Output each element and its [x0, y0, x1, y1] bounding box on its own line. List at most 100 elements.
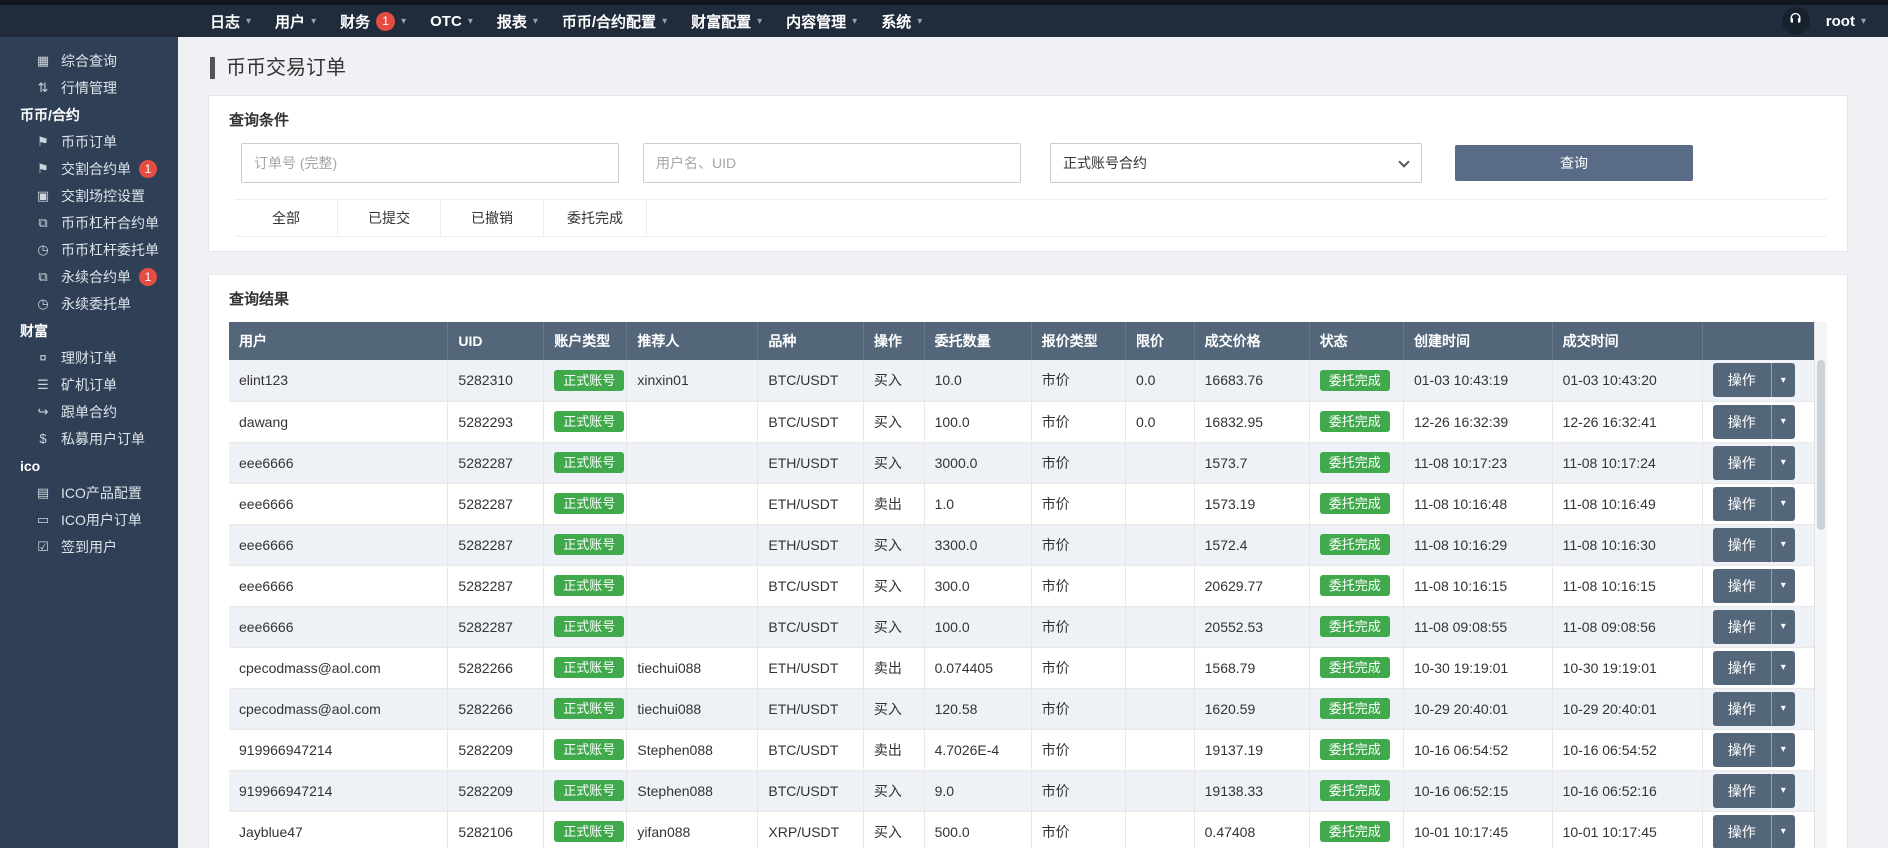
cell-price: 16683.76	[1194, 360, 1309, 401]
user-menu[interactable]: root ▾	[1826, 13, 1866, 30]
message-button[interactable]	[1782, 7, 1810, 35]
cell-user: cpecodmass@aol.com	[229, 688, 448, 729]
sidebar-item[interactable]: $私募用户订单	[0, 425, 178, 452]
row-action-button[interactable]: 操作▾	[1713, 815, 1795, 848]
sidebar-item[interactable]: ⧉永续合约单1	[0, 263, 178, 290]
cell-account: 正式账号	[544, 606, 627, 647]
topbar-menu-item[interactable]: 内容管理▾	[774, 5, 869, 37]
chevron-down-icon: ▾	[852, 16, 857, 27]
table-row: Jayblue475282106正式账号yifan088XRP/USDT买入50…	[229, 811, 1827, 848]
topbar-menu-label: 财富配置	[691, 11, 751, 32]
topbar-menu-item[interactable]: 币币/合约配置▾	[550, 5, 679, 37]
table-row: eee66665282287正式账号BTC/USDT买入100.0市价20552…	[229, 606, 1827, 647]
topbar-menu-label: 日志	[210, 11, 240, 32]
cell-filled: 11-08 10:16:15	[1552, 565, 1702, 606]
row-action-label: 操作	[1713, 651, 1771, 685]
order-id-input[interactable]	[241, 143, 619, 183]
topbar-menu-label: OTC	[430, 13, 462, 30]
sidebar-item[interactable]: ⇅行情管理	[0, 74, 178, 101]
sidebar-item[interactable]: ⚑币币订单	[0, 128, 178, 155]
filter-tab[interactable]: 已撤销	[441, 200, 544, 236]
results-panel-title: 查询结果	[209, 275, 1847, 318]
sidebar-item[interactable]: ▣交割场控设置	[0, 182, 178, 209]
row-action-button[interactable]: 操作▾	[1713, 733, 1795, 767]
row-action-button[interactable]: 操作▾	[1713, 569, 1795, 603]
row-action-button[interactable]: 操作▾	[1713, 487, 1795, 521]
row-action-button[interactable]: 操作▾	[1713, 651, 1795, 685]
cell-amount: 0.074405	[924, 647, 1031, 688]
table-scrollbar-thumb[interactable]	[1817, 360, 1825, 530]
sidebar-item-label: 跟单合约	[61, 402, 117, 422]
copy-icon: ⧉	[34, 215, 52, 231]
sidebar-item[interactable]: ▭ICO用户订单	[0, 506, 178, 533]
cell-account: 正式账号	[544, 770, 627, 811]
sidebar-item[interactable]: ▤ICO产品配置	[0, 479, 178, 506]
cell-uid: 5282293	[448, 401, 544, 442]
topbar-menu-item[interactable]: 用户▾	[263, 5, 328, 37]
filter-tab[interactable]: 已提交	[338, 200, 441, 236]
cell-user: 919966947214	[229, 729, 448, 770]
chevron-down-icon: ▾	[1771, 815, 1795, 848]
row-action-button[interactable]: 操作▾	[1713, 774, 1795, 808]
sidebar-item[interactable]: ◷币币杠杆委托单	[0, 236, 178, 263]
table-scrollbar[interactable]	[1814, 322, 1827, 848]
status-filter-tabs: 全部已提交已撤销委托完成	[235, 199, 1827, 237]
sidebar-item-label: 交割合约单	[61, 159, 131, 179]
topbar-menu-item[interactable]: 财富配置▾	[679, 5, 774, 37]
sidebar-item[interactable]: ☑签到用户	[0, 533, 178, 560]
sidebar-item-label: 币币杠杆合约单	[61, 213, 159, 233]
notification-badge: 1	[376, 12, 395, 31]
cell-amount: 1.0	[924, 483, 1031, 524]
sidebar-item[interactable]: ▦综合查询	[0, 47, 178, 74]
cell-uid: 5282266	[448, 688, 544, 729]
row-action-label: 操作	[1713, 774, 1771, 808]
cell-referrer	[627, 524, 758, 565]
cell-user: eee6666	[229, 565, 448, 606]
row-action-button[interactable]: 操作▾	[1713, 528, 1795, 562]
sidebar-item-label: 理财订单	[61, 348, 117, 368]
user-search-input[interactable]	[643, 143, 1021, 183]
search-button[interactable]: 查询	[1455, 145, 1693, 181]
topbar-menu-item[interactable]: 日志▾	[198, 5, 263, 37]
cell-user: eee6666	[229, 524, 448, 565]
sidebar-item[interactable]: ◷永续委托单	[0, 290, 178, 317]
sidebar-item[interactable]: ¤理财订单	[0, 344, 178, 371]
chevron-down-icon: ▾	[1771, 651, 1795, 685]
row-action-button[interactable]: 操作▾	[1713, 692, 1795, 726]
cell-limit	[1125, 647, 1194, 688]
row-action-button[interactable]: 操作▾	[1713, 363, 1795, 397]
cell-side: 买入	[863, 688, 924, 729]
table-row: elint1235282310正式账号xinxin01BTC/USDT买入10.…	[229, 360, 1827, 401]
filter-tab[interactable]: 委托完成	[544, 200, 647, 236]
sidebar-item[interactable]: ☰矿机订单	[0, 371, 178, 398]
topbar-menu-item[interactable]: OTC▾	[418, 5, 485, 37]
account-type-badge: 正式账号	[554, 493, 624, 514]
cell-uid: 5282266	[448, 647, 544, 688]
cell-price: 16832.95	[1194, 401, 1309, 442]
filter-tab[interactable]: 全部	[235, 200, 338, 236]
topbar-menu-item[interactable]: 系统▾	[869, 5, 934, 37]
row-action-button[interactable]: 操作▾	[1713, 405, 1795, 439]
cell-status: 委托完成	[1309, 811, 1403, 848]
sidebar-item[interactable]: ⚑交割合约单1	[0, 155, 178, 182]
cell-actions: 操作▾	[1702, 811, 1827, 848]
chevron-down-icon: ▾	[311, 16, 316, 27]
cell-referrer	[627, 401, 758, 442]
cell-limit	[1125, 442, 1194, 483]
cell-limit: 0.0	[1125, 401, 1194, 442]
topbar-menu-item[interactable]: 报表▾	[485, 5, 550, 37]
cell-filled: 11-08 10:16:30	[1552, 524, 1702, 565]
row-action-button[interactable]: 操作▾	[1713, 610, 1795, 644]
table-row: 9199669472145282209正式账号Stephen088BTC/USD…	[229, 729, 1827, 770]
account-type-select[interactable]: 正式账号合约	[1050, 143, 1422, 183]
topbar-menu-label: 报表	[497, 11, 527, 32]
sidebar-item-label: 永续委托单	[61, 294, 131, 314]
sidebar-item[interactable]: ⧉ 币币杠杆合约单	[0, 209, 178, 236]
sidebar-item-label: 矿机订单	[61, 375, 117, 395]
cell-user: elint123	[229, 360, 448, 401]
sidebar-item[interactable]: ↪跟单合约	[0, 398, 178, 425]
row-action-button[interactable]: 操作▾	[1713, 446, 1795, 480]
topbar-menu-item[interactable]: 财务1▾	[328, 5, 418, 37]
chevron-down-icon: ▾	[1861, 16, 1866, 27]
cell-status: 委托完成	[1309, 442, 1403, 483]
